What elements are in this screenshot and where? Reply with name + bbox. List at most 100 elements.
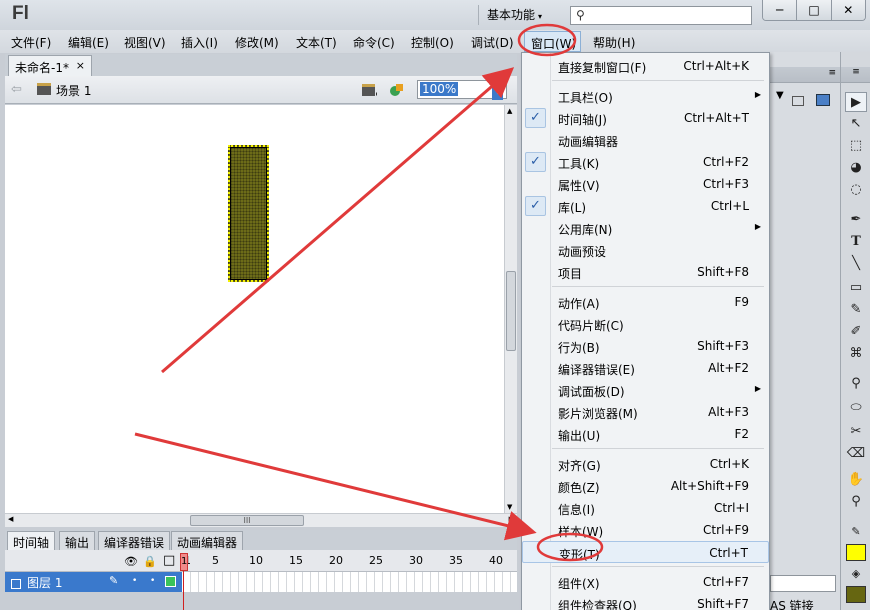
window-menu-item[interactable]: 输出(U) F2 [522,423,769,445]
fill-color-icon[interactable]: ◈ [845,564,867,584]
scroll-right-icon[interactable]: ▶ [509,515,514,523]
menu-edit[interactable]: 编辑(E) [68,34,109,51]
window-menu-item[interactable]: 公用库(N) ▶ [522,217,769,239]
menu-view[interactable]: 视图(V) [124,34,166,51]
eyedropper-tool-icon[interactable]: ✂ [845,422,867,442]
tab-timeline[interactable]: 时间轴 [7,531,56,550]
vertical-scroll-thumb[interactable] [506,271,516,351]
window-menu-item[interactable]: 代码片断(C) [522,313,769,335]
linkage-input[interactable] [770,575,836,592]
menu-text[interactable]: 文本(T) [296,34,337,51]
subselection-tool-icon[interactable]: ↖ [845,114,867,134]
window-menu-item[interactable]: 样本(W) Ctrl+F9 [522,519,769,541]
window-menu-item[interactable]: 对齐(G) Ctrl+K [522,453,769,475]
menu-file[interactable]: 文件(F) [11,34,51,51]
menu-modify[interactable]: 修改(M) [235,34,279,51]
selected-rectangle-shape[interactable] [228,145,269,282]
stage-canvas[interactable] [5,105,504,513]
visibility-dot-icon[interactable]: • [132,576,137,586]
text-tool-icon[interactable]: T [845,232,867,252]
maximize-button[interactable]: □ [797,0,832,20]
frame-ruler[interactable]: 1 5 10 15 20 25 30 35 40 [184,554,517,570]
window-menu-item[interactable]: 调试面板(D) ▶ [522,379,769,401]
close-icon[interactable]: × [76,59,85,72]
layer-frames[interactable] [183,572,517,592]
layer-row[interactable]: 图层 1 ✎ • • [5,572,517,592]
stage-horizontal-scrollbar[interactable]: ◀ III ▶ [5,513,517,527]
document-tab[interactable]: 未命名-1* × [8,55,92,76]
pin-icon[interactable] [792,96,804,106]
outline-color-icon[interactable] [165,576,176,587]
stroke-color-icon[interactable]: ✎ [845,522,867,542]
eraser-tool-icon[interactable]: ⌫ [845,444,867,464]
3d-rotation-tool-icon[interactable]: ◕ [845,158,867,178]
window-menu-item[interactable]: 编译器错误(E) Alt+F2 [522,357,769,379]
tab-output[interactable]: 输出 [59,531,96,550]
help-search-input[interactable]: ⚲ [570,6,752,25]
outline-icon[interactable]: □ [163,553,175,568]
lasso-tool-icon[interactable]: ◌ [845,180,867,200]
eye-icon[interactable]: 👁 [124,555,138,568]
paint-bucket-tool-icon[interactable]: ⬭ [845,398,867,418]
edit-symbols-icon[interactable] [389,82,405,96]
hand-tool-icon[interactable]: ✋ [845,470,867,490]
edit-scene-icon[interactable] [361,82,377,96]
window-menu-item[interactable]: ✓ 库(L) Ctrl+L [522,195,769,217]
menu-commands[interactable]: 命令(C) [353,34,395,51]
menu-window[interactable]: 窗口(W) [524,31,582,52]
bone-tool-icon[interactable]: ⚲ [845,374,867,394]
workspace-switcher[interactable]: 基本功能 ▾ [478,5,542,25]
minimize-button[interactable]: ─ [763,0,798,20]
menu-item-label: 对齐(G) [558,459,601,473]
brush-tool-icon[interactable]: ✐ [845,322,867,342]
scroll-down-icon[interactable]: ▼ [507,503,512,511]
window-menu-item[interactable]: 工具栏(O) ▶ [522,85,769,107]
layer-name-cell[interactable]: 图层 1 ✎ • • [5,572,182,592]
window-menu-item[interactable]: 项目 Shift+F8 [522,261,769,283]
zoom-tool-icon[interactable]: ⚲ [845,492,867,512]
fill-color-swatch[interactable] [846,586,866,603]
window-menu-item[interactable]: 动画编辑器 [522,129,769,151]
playhead[interactable]: 1 [180,553,188,610]
menu-insert[interactable]: 插入(I) [181,34,218,51]
back-arrow-icon[interactable]: ⇦ [11,82,22,97]
scroll-left-icon[interactable]: ◀ [8,515,13,523]
pen-tool-icon[interactable]: ✒ [845,210,867,230]
pencil-tool-icon[interactable]: ✎ [845,300,867,320]
rectangle-tool-icon[interactable]: ▭ [845,278,867,298]
menu-control[interactable]: 控制(O) [411,34,454,51]
window-menu-item[interactable]: 属性(V) Ctrl+F3 [522,173,769,195]
zoom-select[interactable]: 100% ▼ [417,80,507,100]
window-menu-item[interactable]: 颜色(Z) Alt+Shift+F9 [522,475,769,497]
window-menu-item[interactable]: 动画预设 [522,239,769,261]
lock-icon[interactable]: 🔒 [143,555,157,568]
window-menu-item[interactable]: 组件检查器(Q) Shift+F7 [522,593,769,610]
tab-motion-editor[interactable]: 动画编辑器 [171,531,244,550]
stage-vertical-scrollbar[interactable]: ▲ ▼ [504,105,517,513]
tab-compiler-errors[interactable]: 编译器错误 [98,531,171,550]
menu-debug[interactable]: 调试(D) [471,34,514,51]
close-button[interactable]: ✕ [831,0,865,20]
selection-tool-icon[interactable]: ▶ [845,92,867,112]
horizontal-scroll-thumb[interactable]: III [190,515,304,526]
window-menu-item[interactable]: ✓ 工具(K) Ctrl+F2 [522,151,769,173]
window-menu-item[interactable]: ✓ 时间轴(J) Ctrl+Alt+T [522,107,769,129]
new-library-icon[interactable] [816,94,830,106]
window-menu-item[interactable]: 行为(B) Shift+F3 [522,335,769,357]
window-menu-item[interactable]: 动作(A) F9 [522,291,769,313]
window-menu-item[interactable]: 变形(T) Ctrl+T [522,541,769,563]
panel-menu-icon[interactable]: ≡ [828,68,836,78]
free-transform-tool-icon[interactable]: ⬚ [845,136,867,156]
window-menu-item[interactable]: 影片浏览器(M) Alt+F3 [522,401,769,423]
line-tool-icon[interactable]: ╲ [845,254,867,274]
dropdown-arrow-icon[interactable]: ▼ [776,90,784,101]
window-menu-item[interactable]: 组件(X) Ctrl+F7 [522,571,769,593]
menu-help[interactable]: 帮助(H) [593,34,635,51]
window-menu-item[interactable]: 信息(I) Ctrl+I [522,497,769,519]
scene-label[interactable]: 场景 1 [56,82,91,99]
lock-dot-icon[interactable]: • [150,576,155,586]
deco-tool-icon[interactable]: ⌘ [845,344,867,364]
scroll-up-icon[interactable]: ▲ [507,107,512,115]
window-menu-item[interactable]: 直接复制窗口(F) Ctrl+Alt+K [522,55,769,77]
stroke-color-swatch[interactable] [846,544,866,561]
